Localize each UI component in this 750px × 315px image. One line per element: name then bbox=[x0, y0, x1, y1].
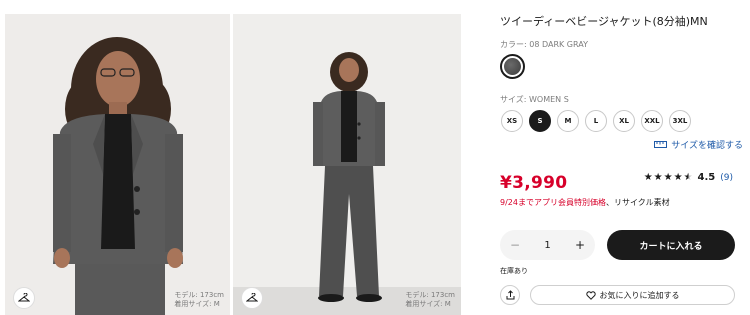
heart-icon bbox=[585, 290, 596, 300]
rating-count[interactable]: (9) bbox=[720, 173, 733, 183]
quantity-increase-button[interactable]: + bbox=[575, 238, 585, 252]
hanger-icon bbox=[18, 293, 30, 302]
stock-status: 在庫あり bbox=[500, 267, 528, 275]
size-option-xxl[interactable]: XXL bbox=[641, 110, 663, 132]
half-star-icon: ★ bbox=[683, 172, 693, 183]
promo-app-price: 9/24までアプリ会員特別価格 bbox=[500, 198, 606, 207]
star-icon: ★ bbox=[643, 172, 653, 183]
size-option-xs[interactable]: XS bbox=[501, 110, 523, 132]
rating-value: 4.5 bbox=[697, 172, 716, 183]
product-title: ツイーディーベビージャケット(8分袖)MN bbox=[500, 15, 708, 28]
size-option-l[interactable]: L bbox=[585, 110, 607, 132]
star-icon: ★ bbox=[663, 172, 673, 183]
size-option-s[interactable]: S bbox=[529, 110, 551, 132]
quantity-value: 1 bbox=[544, 239, 551, 251]
ruler-icon bbox=[654, 141, 668, 148]
hanger-icon bbox=[246, 293, 258, 302]
swatch-fill bbox=[504, 58, 521, 75]
share-icon bbox=[506, 290, 514, 300]
share-button[interactable] bbox=[500, 285, 520, 305]
add-to-cart-button[interactable]: カートに入れる bbox=[607, 230, 735, 260]
hanger-button[interactable] bbox=[241, 287, 263, 309]
favorite-label: お気に入りに追加する bbox=[599, 290, 680, 300]
color-label: カラー: 08 DARK GRAY bbox=[500, 40, 588, 49]
product-rating[interactable]: ★ ★ ★ ★ ★ 4.5 (9) bbox=[644, 172, 733, 183]
model-height: モデル: 173cm bbox=[174, 291, 224, 299]
quantity-decrease-button[interactable]: − bbox=[510, 238, 520, 252]
size-selector: XS S M L XL XXL 3XL bbox=[501, 110, 691, 132]
promo-recycled: 、リサイクル素材 bbox=[605, 198, 670, 207]
quantity-stepper: − 1 + bbox=[500, 230, 595, 260]
product-photo-1[interactable]: モデル: 173cm 着用サイズ: M bbox=[5, 14, 230, 315]
model-caption: モデル: 173cm 着用サイズ: M bbox=[405, 291, 455, 309]
color-swatch-dark-gray[interactable] bbox=[500, 54, 525, 79]
model-fullbody-image bbox=[233, 14, 461, 315]
promo-text: 9/24までアプリ会員特別価格、リサイクル素材 bbox=[500, 197, 670, 208]
product-photo-2[interactable]: モデル: 173cm 着用サイズ: M bbox=[233, 14, 461, 315]
size-guide-label: サイズを確認する bbox=[671, 141, 743, 151]
model-size: 着用サイズ: M bbox=[405, 300, 451, 308]
size-option-3xl[interactable]: 3XL bbox=[669, 110, 691, 132]
model-size: 着用サイズ: M bbox=[174, 300, 220, 308]
star-icon: ★ bbox=[653, 172, 663, 183]
add-favorite-button[interactable]: お気に入りに追加する bbox=[530, 285, 735, 305]
model-closeup-image bbox=[5, 14, 230, 315]
size-guide-link[interactable]: サイズを確認する bbox=[654, 138, 743, 151]
model-height: モデル: 173cm bbox=[405, 291, 455, 299]
model-caption: モデル: 173cm 着用サイズ: M bbox=[174, 291, 224, 309]
product-price: ¥3,990 bbox=[500, 173, 568, 193]
star-icon: ★ bbox=[673, 172, 683, 183]
size-option-m[interactable]: M bbox=[557, 110, 579, 132]
hanger-button[interactable] bbox=[13, 287, 35, 309]
size-option-xl[interactable]: XL bbox=[613, 110, 635, 132]
product-info-panel: ツイーディーベビージャケット(8分袖)MN カラー: 08 DARK GRAY … bbox=[500, 0, 745, 315]
rating-stars: ★ ★ ★ ★ ★ bbox=[644, 172, 693, 183]
size-label: サイズ: WOMEN S bbox=[500, 95, 569, 104]
